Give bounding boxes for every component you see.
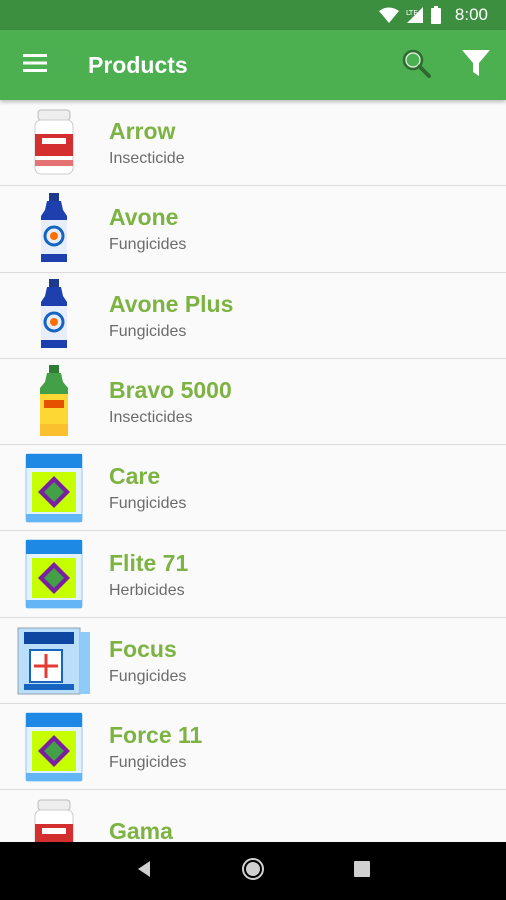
status-time: 8:00 <box>454 5 488 24</box>
product-category: Fungicides <box>109 322 187 340</box>
navigation-bar <box>0 842 506 900</box>
menu-icon <box>23 53 47 77</box>
product-row[interactable]: Care Fungicides <box>0 445 506 532</box>
product-image <box>0 445 108 531</box>
product-image <box>0 704 108 790</box>
product-category: Herbicides <box>109 581 185 599</box>
product-row[interactable]: Avone Plus Fungicides <box>0 273 506 359</box>
product-category: Fungicides <box>109 754 187 772</box>
page-title: Products <box>88 51 188 78</box>
filter-button[interactable] <box>446 30 506 100</box>
product-name: Arrow <box>109 118 176 145</box>
product-row[interactable]: Force 11 Fungicides <box>0 704 506 791</box>
product-row[interactable]: Arrow Insecticide <box>0 100 506 187</box>
product-info: Gama <box>109 817 173 842</box>
product-info: Care Fungicides <box>109 462 186 513</box>
product-name: Avone Plus <box>109 290 234 317</box>
search-icon <box>401 48 431 82</box>
product-image <box>0 100 108 186</box>
search-button[interactable] <box>386 30 446 100</box>
product-row[interactable]: Focus Fungicides <box>0 617 506 705</box>
battery-icon <box>430 6 441 24</box>
wifi-icon <box>378 7 399 23</box>
product-image <box>0 617 108 703</box>
app-bar: Products <box>0 30 506 100</box>
product-info: Avone Plus Fungicides <box>109 290 233 341</box>
product-image <box>0 359 108 445</box>
product-info: Flite 71 Herbicides <box>109 549 188 600</box>
network-label: LTE <box>406 9 418 17</box>
product-list[interactable]: Arrow Insecticide Avone Fungicides Avone Plu… <box>0 100 506 842</box>
product-category: Fungicides <box>109 667 187 685</box>
product-image <box>0 186 108 272</box>
product-row[interactable]: Gama <box>0 790 506 842</box>
product-category: Fungicides <box>109 236 187 254</box>
product-category: Insecticide <box>109 150 185 168</box>
recents-button[interactable] <box>342 851 382 891</box>
product-name: Flite 71 <box>109 549 189 576</box>
back-icon <box>136 860 152 882</box>
filter-icon <box>461 48 491 82</box>
back-button[interactable] <box>124 851 164 891</box>
product-name: Focus <box>109 635 177 662</box>
product-image <box>0 790 108 842</box>
product-category: Fungicides <box>109 495 187 513</box>
product-row[interactable]: Bravo 5000 Insecticides <box>0 359 506 446</box>
recents-icon <box>353 861 370 881</box>
product-image <box>0 272 108 358</box>
product-name: Gama <box>109 817 173 842</box>
product-name: Bravo 5000 <box>109 377 232 404</box>
product-info: Avone Fungicides <box>109 203 186 254</box>
product-name: Care <box>109 463 161 490</box>
product-row[interactable]: Avone Fungicides <box>0 186 506 273</box>
cell-signal-icon: LTE <box>405 7 425 23</box>
product-info: Arrow Insecticide <box>109 117 185 168</box>
product-row[interactable]: Flite 71 Herbicides <box>0 531 506 618</box>
menu-button[interactable] <box>0 30 70 100</box>
product-name: Force 11 <box>109 722 203 749</box>
product-category: Insecticides <box>109 409 193 427</box>
product-image <box>0 531 108 617</box>
home-button[interactable] <box>233 851 273 891</box>
status-bar: LTE 8:00 <box>0 0 506 30</box>
home-icon <box>241 857 265 885</box>
product-info: Force 11 Fungicides <box>109 721 202 772</box>
product-info: Focus Fungicides <box>109 635 186 686</box>
product-info: Bravo 5000 Insecticides <box>109 376 232 427</box>
product-name: Avone <box>109 204 179 231</box>
